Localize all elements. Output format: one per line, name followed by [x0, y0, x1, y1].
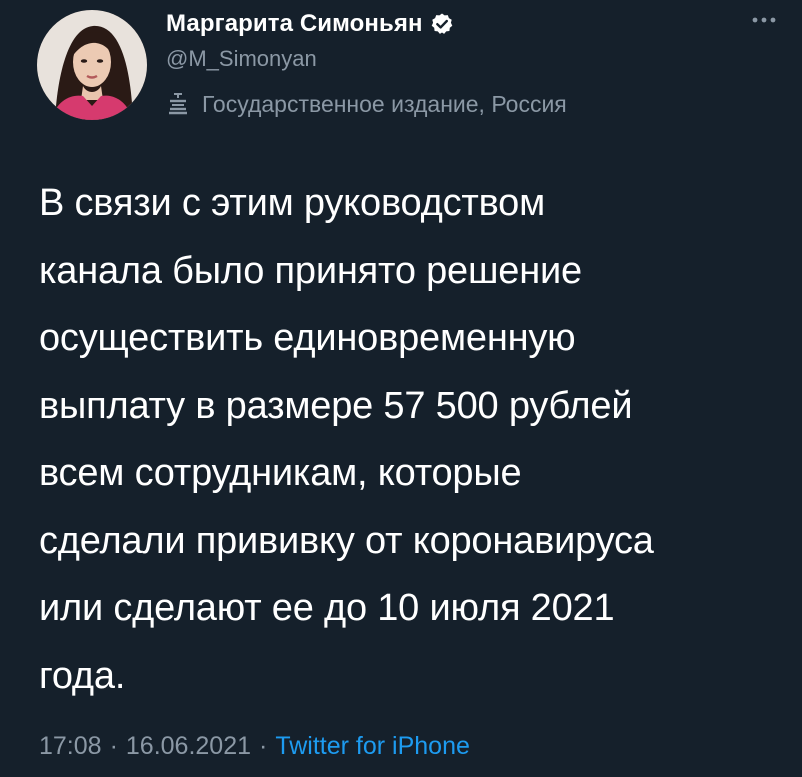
profile-photo-icon [37, 10, 147, 120]
state-media-label-text[interactable]: Государственное издание, Россия [202, 91, 567, 118]
state-media-icon [166, 92, 190, 116]
tweet-text: В связи с этим руководством канала было … [39, 182, 654, 697]
author-display-name[interactable]: Маргарита Симоньян [166, 10, 423, 38]
tweet-source-link[interactable]: Twitter for iPhone [275, 732, 470, 761]
state-media-label[interactable]: Государственное издание, Россия [166, 88, 567, 120]
avatar[interactable] [37, 10, 147, 120]
verified-badge-icon [430, 12, 454, 36]
author-handle[interactable]: @M_Simonyan [166, 46, 317, 72]
meta-separator: · [259, 732, 268, 760]
meta-separator: · [109, 732, 118, 760]
tweet-metadata: 17:08 · 16.06.2021 · Twitter for iPhone [39, 732, 470, 761]
tweet-card: Маргарита Симоньян @M_Simonyan Государст… [0, 0, 802, 777]
tweet-date[interactable]: 16.06.2021 [126, 732, 251, 761]
author-name-row[interactable]: Маргарита Симоньян [166, 7, 454, 41]
more-options-button[interactable] [744, 6, 784, 34]
tweet-time[interactable]: 17:08 [39, 732, 102, 761]
more-icon [752, 17, 776, 23]
